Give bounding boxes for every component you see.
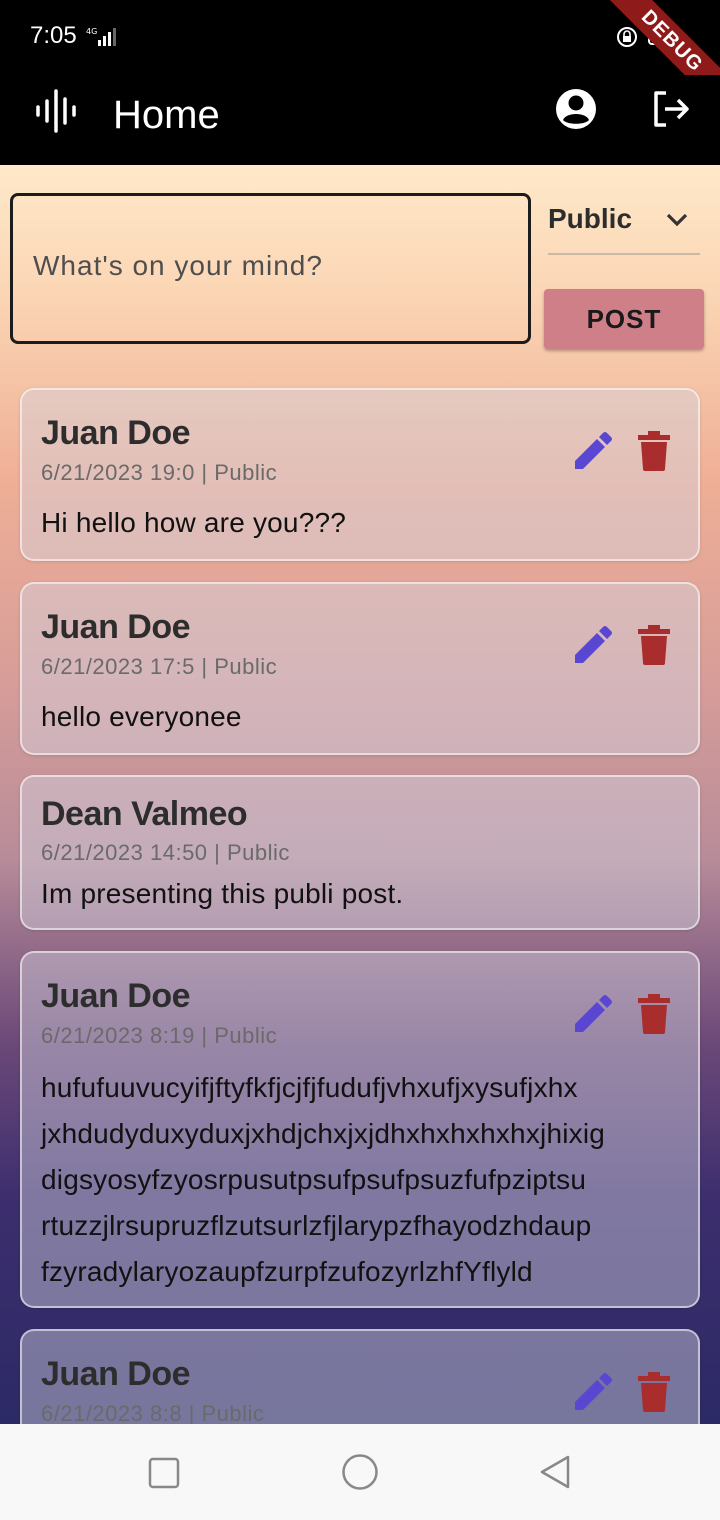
rotation-lock-icon [617, 27, 637, 47]
chevron-down-icon [666, 213, 688, 227]
visibility-selected: Public [548, 203, 633, 234]
delete-icon[interactable] [636, 430, 672, 472]
back-icon[interactable] [538, 1454, 572, 1490]
recent-apps-icon[interactable] [148, 1457, 180, 1489]
post-meta: 6/21/2023 8:8 | Public [41, 1401, 265, 1424]
edit-icon[interactable] [572, 624, 614, 666]
page-title: Home [113, 93, 220, 137]
delete-icon[interactable] [636, 1371, 672, 1413]
post-body-line: rtuzzjlrsupruzflzutsurlzfjlarypzfhayodzh… [41, 1210, 592, 1241]
post-body-line: jxhdudyduxyduxjxhdjchxjxjdhxhxhxhxhxjhix… [41, 1118, 606, 1149]
post-author: Juan Doe [41, 1355, 191, 1393]
account-circle-icon[interactable] [553, 86, 599, 132]
post-card: Juan Doe 6/21/2023 17:5 | Public hello e… [20, 582, 700, 755]
visibility-dropdown[interactable]: Public [548, 193, 700, 255]
post-card: Juan Doe 6/21/2023 19:0 | Public Hi hell… [20, 388, 700, 561]
post-author: Juan Doe [41, 977, 191, 1015]
post-author: Juan Doe [41, 608, 191, 646]
delete-icon[interactable] [636, 993, 672, 1035]
post-body: hufufuuvucyifjftyfkfjcjfjfudufjvhxufjxys… [41, 1065, 701, 1295]
post-input-placeholder: What's on your mind? [33, 250, 323, 281]
post-body: Hi hello how are you??? [41, 507, 347, 538]
post-meta: 6/21/2023 19:0 | Public [41, 460, 278, 485]
home-icon[interactable] [341, 1453, 379, 1491]
post-input[interactable]: What's on your mind? [10, 193, 531, 344]
post-body: hello everyonee [41, 701, 242, 732]
audio-wave-logo-icon [36, 89, 76, 133]
post-meta: 6/21/2023 17:5 | Public [41, 654, 278, 679]
delete-icon[interactable] [636, 624, 672, 666]
post-body-line: digsyosyfzyosrpusutpsufpsufpsuzfufpzipts… [41, 1164, 587, 1195]
post-card: Dean Valmeo 6/21/2023 14:50 | Public Im … [20, 775, 700, 930]
edit-icon[interactable] [572, 430, 614, 472]
system-navigation-bar [0, 1424, 720, 1520]
post-meta: 6/21/2023 14:50 | Public [41, 840, 290, 865]
post-author: Dean Valmeo [41, 795, 248, 833]
signal-icon: 4G [86, 27, 116, 46]
post-card: Juan Doe 6/21/2023 8:8 | Public [20, 1329, 700, 1424]
post-card: Juan Doe 6/21/2023 8:19 | Public hufufuu… [20, 951, 700, 1308]
status-time: 7:05 [30, 22, 77, 49]
post-body-line: hufufuuvucyifjftyfkfjcjfjfudufjvhxufjxys… [41, 1072, 578, 1103]
feed[interactable]: What's on your mind? Public POST Juan Do… [0, 165, 720, 1424]
post-body-line: fzyradylaryozaupfzurpfzufozyrlzhfYflyld [41, 1256, 533, 1287]
network-type: 4G [86, 27, 97, 36]
edit-icon[interactable] [572, 1371, 614, 1413]
post-author: Juan Doe [41, 414, 191, 452]
post-button[interactable]: POST [544, 289, 704, 349]
post-meta: 6/21/2023 8:19 | Public [41, 1023, 278, 1048]
logout-icon[interactable] [648, 86, 694, 132]
app-bar: Home [0, 75, 720, 165]
post-body: Im presenting this publi post. [41, 878, 404, 909]
status-bar: 7:05 4G DEBUG [0, 0, 720, 123]
edit-icon[interactable] [572, 993, 614, 1035]
